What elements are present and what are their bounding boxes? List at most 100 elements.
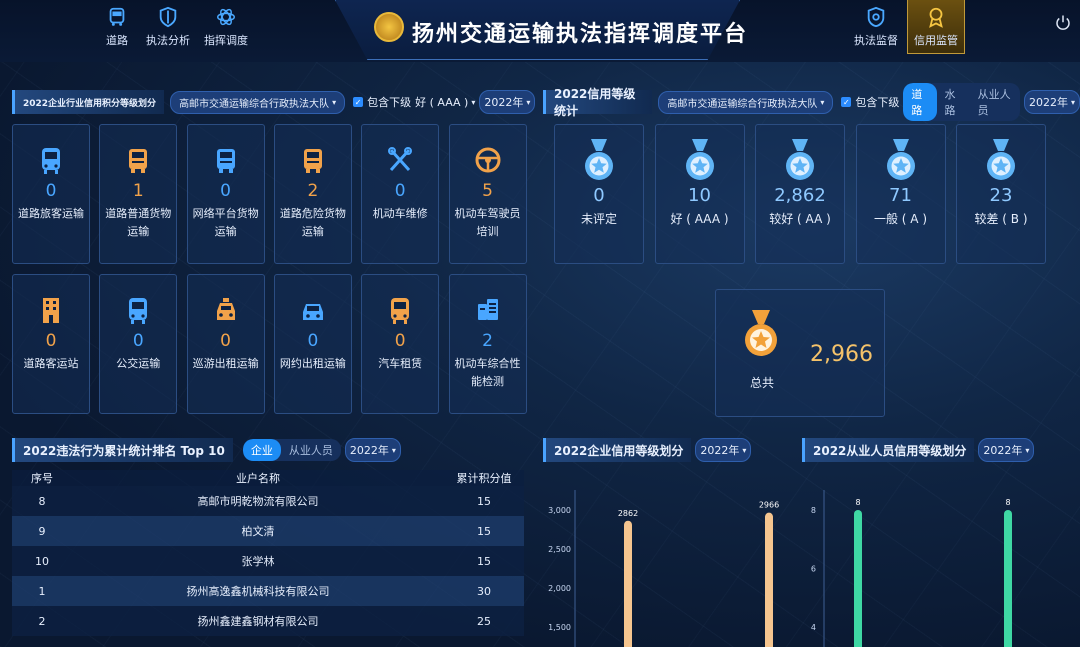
table-cell: 15 (444, 516, 524, 546)
credit-level-card[interactable]: 2,862 较好 ( AA ) (755, 124, 845, 264)
y-tick-label: 4 (811, 623, 816, 632)
clipboard-icon (477, 299, 498, 320)
industry-card[interactable]: 2 机动车综合性能检测 (448, 274, 527, 414)
credit-level-label: 较差 ( B ) (974, 212, 1028, 226)
industry-card[interactable]: 0 公交运输 (99, 274, 178, 414)
enterprise-year-select[interactable]: 2022年 ▾ (695, 438, 752, 462)
industry-level-select-value: 好 ( AAA ) (415, 96, 469, 109)
credit-level-value: 0 (593, 185, 605, 206)
tab-road[interactable]: 道路 (903, 83, 937, 121)
ranking-year-select-value: 2022年 (349, 444, 389, 457)
tab-practitioners[interactable]: 从业人员 (970, 83, 1020, 121)
industry-year-select-value: 2022年 (484, 96, 524, 109)
table-row[interactable]: 8 高邮市明乾物流有限公司 15 (12, 486, 524, 516)
chevron-down-icon: ▾ (742, 445, 747, 455)
truck-icon (216, 149, 235, 173)
tab-ranking-practitioners[interactable]: 从业人员 (281, 439, 341, 461)
ranking-panel-header: 2022违法行为累计统计排名 Top 10 企业 从业人员 2022年 ▾ (12, 436, 401, 464)
industry-card[interactable]: 2 道路危险货物运输 (273, 124, 352, 264)
industry-card[interactable]: 0 机动车维修 (361, 124, 440, 264)
car-icon (302, 304, 323, 320)
nav-credit-supervision[interactable]: 信用监管 (907, 0, 965, 54)
table-row[interactable]: 10 张学林 15 (12, 546, 524, 576)
credit-level-value: 10 (688, 185, 711, 206)
chart-bar[interactable] (624, 520, 632, 647)
tab-enterprise[interactable]: 企业 (242, 439, 281, 461)
industry-year-select[interactable]: 2022年 ▾ (479, 90, 536, 114)
industry-card-value: 0 (45, 331, 57, 351)
credit-level-value: 2,862 (774, 185, 826, 206)
power-icon[interactable] (1054, 14, 1072, 32)
bar-data-label: 8 (1005, 498, 1010, 507)
nav-enforcement-supervision[interactable]: 执法监督 (854, 6, 898, 48)
credit-level-card[interactable]: 10 好 ( AAA ) (654, 124, 745, 264)
industry-card[interactable]: 0 道路旅客运输 (12, 124, 90, 264)
credit-year-select[interactable]: 2022年 ▾ (1023, 90, 1080, 114)
page-title: 扬州交通运输执法指挥调度平台 (412, 22, 749, 47)
nav-enforcement-supervision-label: 执法监督 (854, 34, 898, 47)
credit-level-value: 71 (889, 185, 912, 206)
table-row[interactable]: 2 扬州鑫建鑫钢材有限公司 25 (12, 606, 524, 636)
table-cell: 8 (12, 486, 72, 516)
industry-card-value: 0 (220, 331, 231, 351)
industry-card-value: 0 (307, 331, 319, 351)
credit-level-label: 未评定 (580, 212, 617, 226)
credit-org-select[interactable]: 高邮市交通运输综合行政执法大队 ▾ (658, 90, 834, 114)
tab-water[interactable]: 水路 (937, 83, 970, 121)
table-row[interactable]: 9 柏文清 15 (12, 516, 524, 546)
credit-level-card[interactable]: 0 未评定 (554, 124, 644, 264)
credit-level-label: 较好 ( AA ) (769, 212, 831, 226)
table-cell: 扬州鑫建鑫钢材有限公司 (72, 606, 444, 636)
bar-data-label: 8 (855, 498, 860, 507)
credit-level-card[interactable]: 23 较差 ( B ) (956, 124, 1046, 264)
medal-icon (685, 139, 714, 180)
industry-card[interactable]: 0 网约出租运输 (273, 274, 352, 414)
taxi-icon (216, 298, 235, 320)
nav-enforcement-analysis[interactable]: 执法分析 (146, 6, 190, 48)
ranking-year-select[interactable]: 2022年 ▾ (344, 438, 401, 462)
credit-panel-header: 2022信用等级统计 高邮市交通运输综合行政执法大队 ▾ ✓ 包含下级 道路 水路 … (543, 83, 1080, 121)
table-row[interactable]: 1 扬州高逸鑫机械科技有限公司 30 (12, 576, 524, 606)
credit-level-label: 好 ( AAA ) (670, 212, 729, 226)
industry-card[interactable]: 0 网络平台货物运输 (186, 124, 265, 264)
ranking-table-header: 序号 业户名称 累计积分值 (12, 470, 524, 486)
table-cell: 9 (12, 516, 72, 546)
industry-panel-header: 2022企业行业信用积分等级划分 高邮市交通运输综合行政执法大队 ▾ ✓ 包含下级 … (12, 88, 536, 116)
nav-road-label: 道路 (106, 34, 128, 47)
table-cell: 15 (444, 486, 524, 516)
nav-credit-supervision-label: 信用监管 (914, 34, 958, 47)
industry-card-value: 0 (394, 331, 406, 351)
industry-card[interactable]: 5 机动车驾驶员培训 (448, 124, 527, 264)
chart-bar[interactable] (1004, 510, 1012, 647)
credit-total-card: 总共 2,966 (715, 289, 885, 417)
chart-bar[interactable] (765, 512, 773, 647)
bus-icon (129, 298, 148, 324)
practitioner-year-select[interactable]: 2022年 ▾ (978, 438, 1035, 462)
industry-org-select[interactable]: 高邮市交通运输综合行政执法大队 ▾ (170, 90, 346, 114)
credit-level-card[interactable]: 71 一般 ( A ) (855, 124, 946, 264)
enterprise-credit-chart: 3,000 2,500 2,000 1,500 2862 2966 (548, 490, 779, 647)
table-cell: 扬州高逸鑫机械科技有限公司 (72, 576, 444, 606)
badge-icon (867, 6, 885, 28)
credit-type-tabs: 道路 水路 从业人员 (903, 83, 1020, 121)
industry-card-label: 巡游出租运输 (192, 357, 259, 370)
industry-card[interactable]: 0 道路客运站 (12, 274, 90, 414)
industry-card[interactable]: 0 巡游出租运输 (186, 274, 265, 414)
y-tick-label: 8 (811, 506, 816, 515)
practitioner-chart-header: 2022从业人员信用等级划分 2022年 ▾ (802, 436, 1035, 464)
industry-card-label: 汽车租赁 (378, 357, 423, 370)
credit-include-sub-checkbox[interactable]: ✓ 包含下级 (841, 94, 899, 110)
ranking-type-tabs: 企业 从业人员 (242, 439, 341, 461)
chart-bar[interactable] (854, 510, 862, 647)
industry-card[interactable]: 0 汽车租赁 (361, 274, 440, 414)
industry-card-label: 道路旅客运输 (18, 207, 84, 220)
industry-include-sub-checkbox[interactable]: ✓ 包含下级 (353, 94, 411, 110)
industry-card-value: 0 (220, 181, 231, 201)
industry-level-select[interactable]: 好 ( AAA ) ▾ (413, 91, 477, 113)
building-icon (43, 298, 59, 323)
industry-card[interactable]: 1 道路普通货物运输 (99, 124, 178, 264)
enterprise-year-select-value: 2022年 (700, 444, 740, 457)
nav-command-dispatch[interactable]: 指挥调度 (204, 6, 248, 48)
table-cell: 张学林 (72, 546, 444, 576)
nav-road[interactable]: 道路 (106, 6, 128, 48)
